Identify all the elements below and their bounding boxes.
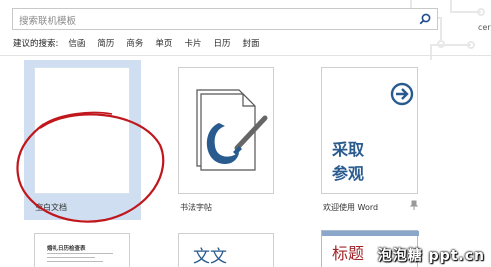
template-label-welcome: 欢迎使用 Word [323, 203, 379, 212]
clipped-text: cer [478, 23, 491, 32]
suggest-link-business[interactable]: 商务 [126, 37, 143, 49]
welcome-thumb-text: 采取 参观 [332, 138, 364, 186]
suggest-link-resume[interactable]: 简历 [97, 37, 114, 49]
divider [0, 55, 491, 56]
text-tile-heading: 文文 [193, 247, 227, 267]
template-tile-welcome[interactable]: 采取 参观 [321, 67, 418, 194]
template-tile-calligraphy[interactable] [178, 67, 274, 194]
suggest-link-flyer[interactable]: 单页 [155, 37, 172, 49]
pin-icon[interactable] [410, 200, 418, 210]
arrow-right-circle-icon [390, 82, 414, 106]
welcome-thumb-line-2: 参观 [332, 164, 365, 183]
suggest-link-calendar[interactable]: 日历 [213, 37, 230, 49]
search-box[interactable]: 搜索联机模板 [12, 8, 438, 30]
title-tile-heading: 标题 [332, 244, 365, 263]
suggest-link-letters[interactable]: 信函 [68, 37, 85, 49]
template-tile-text[interactable]: 文文 [178, 233, 274, 267]
suggested-searches: 建议的搜索: 信函 简历 商务 单页 卡片 日历 封面 [13, 37, 271, 49]
suggest-link-card[interactable]: 卡片 [184, 37, 201, 49]
welcome-thumb-line-1: 采取 [332, 140, 365, 159]
thumb-line [47, 257, 95, 258]
search-input[interactable]: 搜索联机模板 [19, 13, 76, 27]
blank-document-thumbnail[interactable] [34, 67, 130, 194]
suggest-link-cover[interactable]: 封面 [242, 37, 259, 49]
thumb-line [47, 253, 113, 254]
title-tile-band [322, 231, 419, 236]
wedding-checklist-title: 婚礼日历检查表 [47, 246, 86, 252]
template-label-calligraphy: 书法字帖 [180, 203, 212, 212]
thumb-line [47, 261, 103, 262]
template-tile-wedding-checklist[interactable]: 婚礼日历检查表 [34, 233, 130, 267]
suggested-searches-label: 建议的搜索: [13, 39, 59, 49]
template-label-blank: 空白文档 [35, 203, 67, 212]
search-icon[interactable] [418, 12, 432, 26]
calligraphy-icon [196, 89, 268, 171]
watermark: 泡泡糖 ppt.cn [377, 248, 485, 264]
